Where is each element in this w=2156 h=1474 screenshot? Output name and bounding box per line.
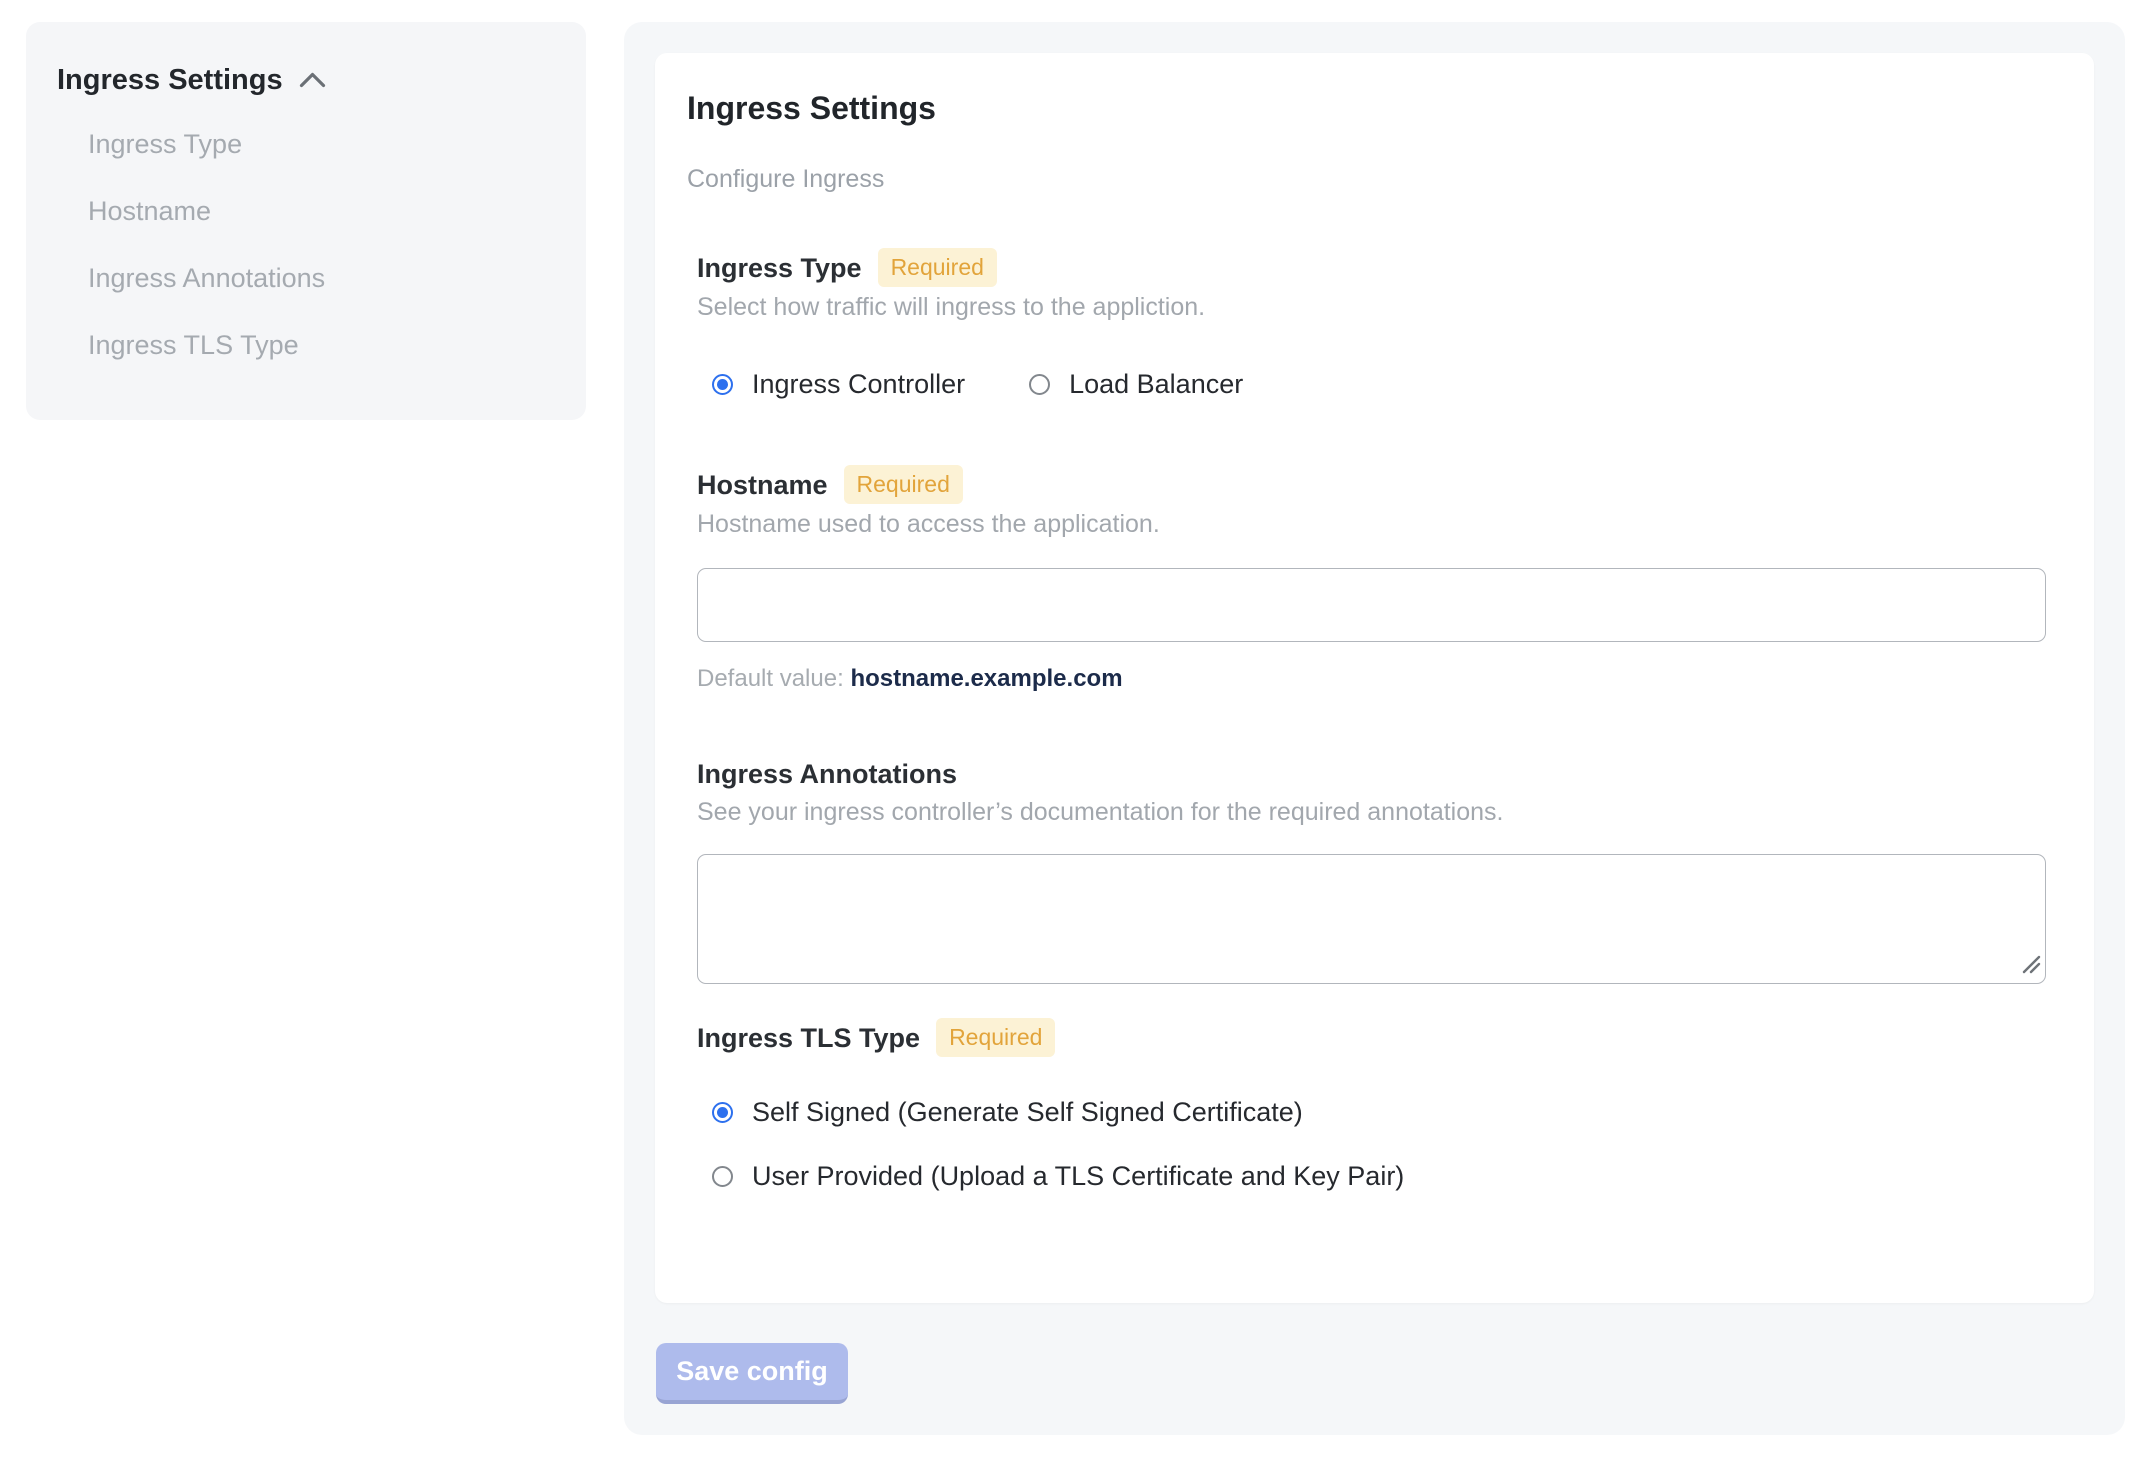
page-title: Ingress Settings: [687, 90, 936, 126]
sidebar-item-ingress-annotations[interactable]: Ingress Annotations: [88, 258, 566, 298]
ingress-annotations-textarea[interactable]: [697, 854, 2046, 984]
sidebar-item-ingress-tls-type[interactable]: Ingress TLS Type: [88, 325, 566, 365]
hostname-help: Hostname used to access the application.: [697, 510, 1160, 538]
required-badge: Required: [843, 465, 963, 504]
radio-label-load-balancer: Load Balancer: [1069, 369, 1244, 399]
tls-radio-group: Self Signed (Generate Self Signed Certif…: [712, 1095, 2044, 1193]
settings-nav-sidebar: Ingress Settings Ingress Type Hostname I…: [26, 22, 586, 420]
sidebar-section-title: Ingress Settings: [57, 64, 283, 96]
radio-unselected-icon[interactable]: [1029, 373, 1051, 395]
radio-option-ingress-controller[interactable]: Ingress Controller: [712, 367, 965, 401]
sidebar-section-toggle[interactable]: Ingress Settings: [57, 62, 566, 98]
sidebar-item-list: Ingress Type Hostname Ingress Annotation…: [57, 124, 566, 365]
radio-label-ingress-controller: Ingress Controller: [752, 369, 966, 399]
radio-option-load-balancer[interactable]: Load Balancer: [1029, 367, 1243, 401]
ingress-type-radio-group: Ingress Controller Load Balancer: [712, 367, 2044, 401]
hostname-label: Hostname: [697, 469, 828, 500]
ingress-annotations-help: See your ingress controller’s documentat…: [697, 798, 1504, 826]
radio-option-self-signed[interactable]: Self Signed (Generate Self Signed Certif…: [712, 1095, 2044, 1129]
default-value-text: hostname.example.com: [850, 665, 1123, 692]
save-config-button[interactable]: Save config: [656, 1343, 848, 1404]
hostname-default-row: Default value: hostname.example.com: [697, 664, 2044, 694]
ingress-settings-card: Ingress Settings Configure Ingress Ingre…: [655, 53, 2094, 1303]
default-value-label: Default value:: [697, 665, 844, 692]
ingress-tls-type-label: Ingress TLS Type: [697, 1022, 921, 1053]
hostname-input[interactable]: [697, 568, 2046, 642]
section-hostname: Hostname Required Hostname used to acces…: [697, 465, 2046, 694]
chevron-up-icon: [299, 71, 326, 93]
sidebar-item-ingress-type[interactable]: Ingress Type: [88, 124, 566, 164]
section-ingress-type: Ingress Type Required Select how traffic…: [697, 248, 2044, 401]
radio-selected-icon[interactable]: [712, 373, 733, 395]
ingress-annotations-label: Ingress Annotations: [697, 759, 958, 789]
radio-label-self-signed: Self Signed (Generate Self Signed Certif…: [752, 1097, 1303, 1127]
sidebar-item-hostname[interactable]: Hostname: [88, 191, 566, 231]
radio-selected-icon[interactable]: [712, 1101, 733, 1123]
section-ingress-tls-type: Ingress TLS Type Required Self Signed (G…: [697, 1018, 2044, 1193]
resize-handle-icon[interactable]: [2020, 953, 2041, 979]
section-ingress-annotations: Ingress Annotations See your ingress con…: [697, 756, 2046, 984]
radio-unselected-icon[interactable]: [712, 1165, 733, 1187]
radio-option-user-provided[interactable]: User Provided (Upload a TLS Certificate …: [712, 1159, 2044, 1193]
ingress-type-label: Ingress Type: [697, 252, 862, 283]
settings-panel: Ingress Settings Configure Ingress Ingre…: [624, 22, 2125, 1435]
required-badge: Required: [877, 248, 997, 287]
page-subtitle: Configure Ingress: [687, 165, 885, 193]
required-badge: Required: [936, 1018, 1056, 1057]
radio-label-user-provided: User Provided (Upload a TLS Certificate …: [752, 1161, 1405, 1191]
ingress-type-help: Select how traffic will ingress to the a…: [697, 293, 1206, 321]
